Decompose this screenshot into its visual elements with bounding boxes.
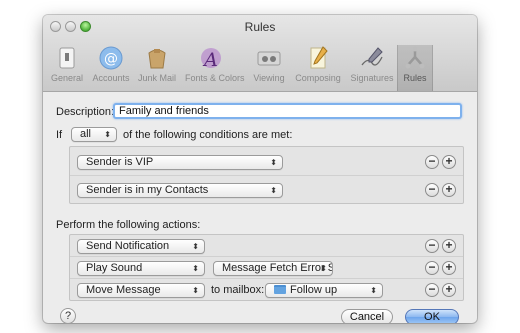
remove-action-button[interactable]: − (425, 239, 439, 253)
remove-condition-button[interactable]: − (425, 155, 439, 169)
mailbox-value: Follow up (290, 284, 338, 296)
add-condition-button[interactable]: + (442, 183, 456, 197)
action-type-popup[interactable]: Move Message ⬍ (77, 283, 205, 298)
chevron-updown-icon: ⬍ (270, 158, 277, 167)
toolbar-item-label: Composing (295, 73, 341, 83)
chevron-updown-icon: ⬍ (320, 264, 327, 273)
folder-icon (274, 285, 286, 294)
description-field[interactable]: Family and friends (113, 103, 462, 119)
rule-editor-sheet: Description: Family and friends If all ⬍… (43, 92, 477, 323)
conditions-suffix-label: of the following conditions are met: (123, 129, 293, 141)
toolbar-item-label: General (50, 73, 84, 83)
toolbar-item-label: Accounts (92, 73, 130, 83)
preferences-toolbar: Rules General @ Accounts Junk Mail A Fon… (43, 15, 477, 92)
cancel-button[interactable]: Cancel (341, 309, 393, 323)
chevron-updown-icon: ⬍ (192, 286, 199, 295)
sound-popup[interactable]: Message Fetch Error Sou ⬍ (213, 261, 333, 276)
sound-value: Message Fetch Error Sou (222, 262, 332, 274)
action-type-popup[interactable]: Send Notification ⬍ (77, 239, 205, 254)
ok-button[interactable]: OK (405, 309, 459, 323)
condition-criterion-value: Sender is in my Contacts (86, 184, 209, 196)
action-type-value: Play Sound (86, 262, 143, 274)
toolbar-item-viewing[interactable]: Viewing (247, 45, 291, 89)
actions-group: Send Notification ⬍ − + Play Sound ⬍ Mes… (69, 234, 464, 301)
pen-icon (358, 45, 386, 71)
font-icon: A (197, 45, 225, 71)
svg-text:@: @ (104, 51, 118, 67)
toolbar-item-general[interactable]: General (45, 45, 89, 89)
toolbar-item-composing[interactable]: Composing (293, 45, 343, 89)
toolbar-item-label: Fonts & Colors (185, 73, 245, 83)
mailbox-popup[interactable]: Follow up ⬍ (265, 283, 383, 298)
viewing-glasses-icon (255, 45, 283, 71)
conditions-group: Sender is VIP ⬍ − + Sender is in my Cont… (69, 146, 464, 204)
add-action-button[interactable]: + (442, 261, 456, 275)
pencil-icon (304, 45, 332, 71)
row-divider (70, 278, 463, 279)
toolbar-item-label: Viewing (253, 73, 285, 83)
chevron-updown-icon: ⬍ (192, 242, 199, 251)
toolbar-item-rules[interactable]: Rules (397, 45, 433, 91)
add-action-button[interactable]: + (442, 283, 456, 297)
rules-icon (401, 45, 429, 71)
row-divider (70, 256, 463, 257)
condition-criterion-value: Sender is VIP (86, 156, 154, 168)
action-type-value: Move Message (86, 284, 161, 296)
trash-bag-icon (143, 45, 171, 71)
condition-criterion-popup[interactable]: Sender is in my Contacts ⬍ (77, 183, 283, 198)
row-divider (70, 175, 463, 176)
chevron-updown-icon: ⬍ (104, 130, 111, 139)
svg-text:A: A (202, 49, 218, 71)
chevron-updown-icon: ⬍ (370, 286, 377, 295)
match-mode-popup[interactable]: all ⬍ (71, 127, 117, 142)
toolbar-item-label: Signatures (350, 73, 394, 83)
remove-action-button[interactable]: − (425, 283, 439, 297)
if-label: If (56, 129, 63, 141)
description-label: Description: (56, 106, 115, 118)
window-title: Rules (244, 20, 276, 34)
switch-icon (53, 45, 81, 71)
toolbar-item-label: Junk Mail (137, 73, 176, 83)
toolbar-item-accounts[interactable]: @ Accounts (89, 45, 133, 89)
toolbar-item-label: Rules (403, 73, 427, 83)
action-type-value: Send Notification (86, 240, 170, 252)
add-action-button[interactable]: + (442, 239, 456, 253)
match-mode-value: all (80, 128, 92, 140)
remove-action-button[interactable]: − (425, 261, 439, 275)
toolbar-item-fonts-colors[interactable]: A Fonts & Colors (185, 45, 245, 89)
condition-criterion-popup[interactable]: Sender is VIP ⬍ (77, 155, 283, 170)
chevron-updown-icon: ⬍ (192, 264, 199, 273)
chevron-updown-icon: ⬍ (270, 186, 277, 195)
remove-condition-button[interactable]: − (425, 183, 439, 197)
help-button[interactable]: ? (60, 308, 76, 323)
to-mailbox-label: to mailbox: (211, 284, 265, 296)
add-condition-button[interactable]: + (442, 155, 456, 169)
toolbar-item-junk-mail[interactable]: Junk Mail (135, 45, 179, 89)
toolbar-item-signatures[interactable]: Signatures (347, 45, 397, 89)
rules-sheet-window: Rules General @ Accounts Junk Mail A Fon… (43, 15, 477, 323)
actions-label: Perform the following actions: (56, 219, 201, 231)
action-type-popup[interactable]: Play Sound ⬍ (77, 261, 205, 276)
at-sign-icon: @ (97, 45, 125, 71)
